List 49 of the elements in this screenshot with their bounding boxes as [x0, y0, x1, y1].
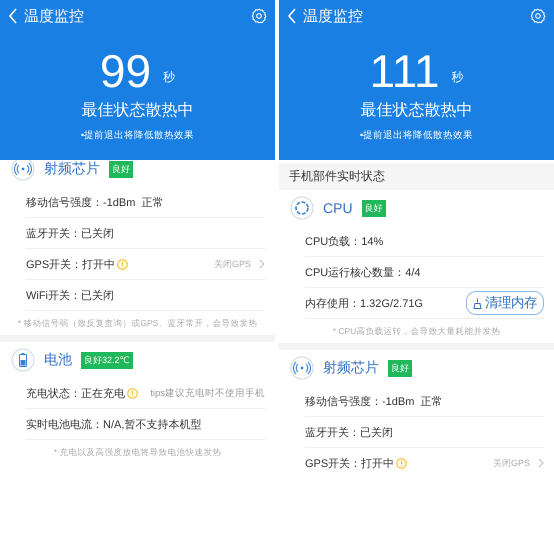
close-gps-link[interactable]: 关闭GPS — [492, 456, 544, 470]
signal-icon — [290, 356, 314, 380]
exit-note: •提前退出将降低散热效果 — [80, 129, 196, 142]
status-text: WiFi开关：已关闭 — [26, 288, 114, 302]
signal-icon — [11, 157, 35, 181]
section-heading: 手机部件实时状态 — [279, 163, 554, 190]
section-title: 电池 — [44, 351, 72, 369]
status-badge: 良好 — [362, 200, 386, 216]
status-text: 蓝牙开关：已关闭 — [305, 426, 393, 440]
footnote: * 充电以及高强度放电将导致电池快速发热 — [52, 446, 222, 459]
tip-text: tips建议充电时不使用手机 — [150, 386, 265, 400]
back-icon[interactable] — [8, 8, 18, 24]
countdown-number: 111 — [370, 48, 440, 94]
seconds-unit: 秒 — [451, 69, 464, 86]
status-text: 内存使用：1.32G/2.71G — [305, 296, 423, 310]
status-text: GPS开关：打开中 — [26, 258, 116, 272]
section-title: 射频芯片 — [323, 359, 379, 377]
broom-icon — [473, 298, 482, 308]
status-text: 实时电池电流：N/A,暂不支持本机型 — [26, 418, 202, 432]
screen-title: 温度监控 — [303, 6, 363, 26]
section-title: 射频芯片 — [44, 160, 100, 178]
status-badge: 良好32.2℃ — [81, 352, 133, 368]
footnote: * 移动信号弱（致反复查询）或GPS、蓝牙常开，会导致发热 — [16, 317, 258, 330]
settings-icon[interactable] — [530, 8, 546, 24]
exit-note: •提前退出将降低散热效果 — [358, 129, 474, 142]
clean-memory-button[interactable]: 清理内存 — [466, 291, 544, 315]
status-badge: 良好 — [109, 160, 133, 178]
countdown-number: 99 — [100, 48, 152, 94]
chevron-right-icon — [538, 458, 544, 468]
chevron-right-icon — [259, 259, 265, 269]
screen-title: 温度监控 — [24, 6, 84, 26]
status-text: CPU运行核心数量：4/4 — [305, 266, 421, 280]
back-icon[interactable] — [287, 8, 297, 24]
status-text: GPS开关：打开中 — [305, 456, 394, 470]
status-text: CPU负载：14% — [305, 234, 384, 248]
settings-icon[interactable] — [251, 8, 267, 24]
footnote: * CPU高负载运转，会导致大量耗能并发热 — [332, 325, 502, 338]
section-title: CPU — [323, 200, 353, 216]
status-text: 充电状态：正在充电 — [26, 386, 125, 400]
cooling-status: 最佳状态散热中 — [360, 100, 474, 121]
close-gps-link[interactable]: 关闭GPS — [214, 258, 265, 270]
status-text: 蓝牙开关：已关闭 — [26, 226, 114, 240]
status-text: 移动信号强度：-1dBm 正常 — [26, 196, 164, 210]
battery-icon — [11, 348, 35, 372]
seconds-unit: 秒 — [163, 69, 176, 86]
status-badge: 良好 — [388, 360, 412, 376]
cpu-icon — [290, 196, 314, 220]
cooling-status: 最佳状态散热中 — [80, 100, 194, 121]
status-text: 移动信号强度：-1dBm 正常 — [305, 394, 443, 408]
